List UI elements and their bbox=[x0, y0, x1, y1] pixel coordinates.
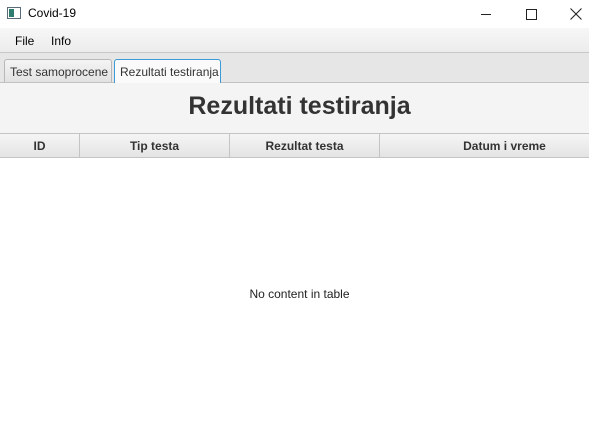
column-header-id[interactable]: ID bbox=[0, 134, 80, 157]
table-header: ID Tip testa Rezultat testa Datum i vrem… bbox=[0, 133, 589, 158]
maximize-button[interactable] bbox=[508, 0, 554, 28]
menu-info[interactable]: Info bbox=[51, 34, 71, 48]
minimize-icon bbox=[481, 13, 491, 15]
close-icon bbox=[570, 8, 582, 20]
table-body[interactable]: No content in table bbox=[0, 158, 589, 427]
tab-test-samoprocene[interactable]: Test samoprocene bbox=[4, 59, 112, 82]
column-header-rezultat-testa[interactable]: Rezultat testa bbox=[230, 134, 380, 157]
app-window-icon bbox=[7, 7, 21, 19]
window-title: Covid-19 bbox=[28, 6, 77, 20]
menu-bar: File Info bbox=[0, 28, 589, 53]
minimize-button[interactable] bbox=[463, 0, 509, 28]
close-button[interactable] bbox=[553, 0, 589, 28]
tab-header: Test samoprocene Rezultati testiranja bbox=[0, 53, 589, 84]
column-header-datum-i-vreme[interactable]: Datum i vreme bbox=[380, 134, 589, 157]
menu-file[interactable]: File bbox=[15, 34, 34, 48]
page-title: Rezultati testiranja bbox=[188, 92, 411, 120]
tab-rezultati-testiranja[interactable]: Rezultati testiranja bbox=[114, 59, 221, 84]
column-header-tip-testa[interactable]: Tip testa bbox=[80, 134, 230, 157]
maximize-icon bbox=[525, 8, 537, 20]
empty-table-placeholder: No content in table bbox=[249, 287, 350, 301]
title-bar: Covid-19 bbox=[0, 0, 589, 28]
